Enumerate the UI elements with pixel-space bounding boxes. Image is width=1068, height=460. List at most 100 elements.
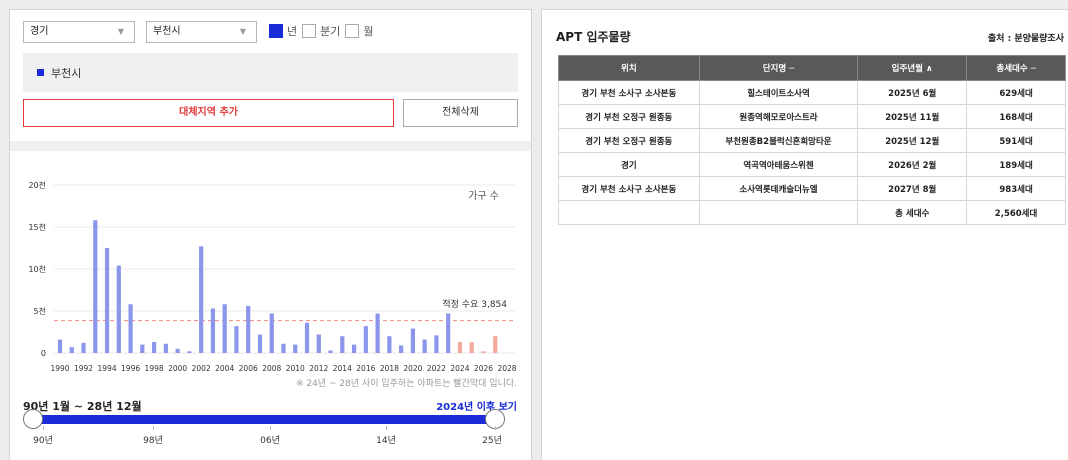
cell-location: 경기 부천 오정구 원종동 bbox=[558, 128, 700, 153]
table-row[interactable]: 경기 부천 오정구 원종동 부천원종B2블럭신혼희망타운 2025년 12월 5… bbox=[558, 128, 1066, 153]
year-range-slider-track[interactable] bbox=[33, 415, 495, 424]
chart-bar[interactable] bbox=[128, 304, 133, 353]
legend-label: 가구 수 bbox=[468, 190, 499, 202]
column-header-complex[interactable]: 단지명 ─ bbox=[698, 55, 859, 81]
chart-bar[interactable] bbox=[257, 334, 263, 353]
chart-bar[interactable] bbox=[375, 313, 380, 353]
chart-bar[interactable] bbox=[304, 322, 310, 353]
chart-bar[interactable] bbox=[340, 336, 345, 353]
cell-total-units: 629세대 bbox=[966, 80, 1066, 105]
right-panel: APT 입주물량 출처 : 분양물량조사 위치 단지명 ─ 입주년월 ∧ 총세대… bbox=[541, 9, 1068, 460]
cell-move-in-date: 2025년 6월 bbox=[857, 80, 968, 105]
period-option-label: 분기 bbox=[320, 25, 341, 38]
chart-bar[interactable] bbox=[210, 308, 216, 353]
chart-bar[interactable] bbox=[446, 313, 451, 353]
slider-tick-label: 14년 bbox=[376, 436, 396, 446]
table-header-row: 위치 단지명 ─ 입주년월 ∧ 총세대수 ─ bbox=[558, 55, 1066, 81]
cell-total-units: 591세대 bbox=[966, 128, 1066, 153]
x-tick-label: 2028 bbox=[497, 364, 516, 373]
city-select[interactable]: 부천시 ▼ bbox=[146, 21, 257, 43]
slider-start-handle[interactable] bbox=[23, 409, 43, 429]
delete-all-button[interactable]: 전체삭제 bbox=[403, 99, 518, 127]
x-tick-label: 1998 bbox=[145, 364, 164, 373]
chart-bar[interactable] bbox=[434, 335, 439, 353]
x-tick-label: 2012 bbox=[309, 364, 328, 373]
chart-bar[interactable] bbox=[199, 246, 204, 353]
x-tick-label: 2010 bbox=[286, 364, 305, 373]
table-row[interactable]: 경기 부천 오정구 원종동 원종역해모로아스트라 2025년 11월 168세대 bbox=[558, 104, 1066, 129]
x-tick-label: 2024 bbox=[450, 364, 469, 373]
left-panel: 경기 ▼ 부천시 ▼ 년 분기 월 부천시 대체지역 추가 전체삭제 0 5천 10… bbox=[9, 9, 532, 460]
slider-tick-mark bbox=[153, 426, 154, 430]
chart-bar[interactable] bbox=[457, 342, 463, 353]
period-option-year[interactable]: 년 bbox=[269, 23, 297, 39]
x-tick-label: 2002 bbox=[192, 364, 211, 373]
period-option-month[interactable]: 월 bbox=[345, 23, 374, 39]
chart-bar[interactable] bbox=[69, 347, 74, 353]
chart-bar[interactable] bbox=[163, 343, 168, 353]
cell-move-in-date: 2025년 11월 bbox=[857, 104, 968, 129]
table-row[interactable]: 경기 부천 소사구 소사본동 소사역롯데캐슬더뉴엘 2027년 8월 983세대 bbox=[558, 176, 1066, 201]
chart-bar[interactable] bbox=[246, 305, 251, 353]
chart-bar[interactable] bbox=[410, 328, 415, 353]
chart-bar[interactable] bbox=[293, 344, 298, 353]
chart-bar[interactable] bbox=[57, 339, 63, 353]
slider-tick-label: 98년 bbox=[143, 436, 163, 446]
chart-bar[interactable] bbox=[81, 342, 86, 353]
province-select[interactable]: 경기 ▼ bbox=[23, 21, 135, 43]
chart-bar[interactable] bbox=[422, 339, 427, 353]
checkbox-checked-icon bbox=[269, 24, 283, 38]
cell-total-units: 168세대 bbox=[966, 104, 1066, 129]
chart-bar[interactable] bbox=[269, 313, 274, 353]
column-header-move-in-date[interactable]: 입주년월 ∧ bbox=[857, 55, 968, 81]
table-row[interactable]: 경기 부천 소사구 소사본동 힐스테이트소사역 2025년 6월 629세대 bbox=[558, 80, 1066, 105]
cell-move-in-date: 2025년 12월 bbox=[857, 128, 968, 153]
view-after-2024-link[interactable]: 2024년 이후 보기 bbox=[436, 398, 517, 413]
chart-bar[interactable] bbox=[351, 344, 357, 353]
column-header-total-units[interactable]: 총세대수 ─ bbox=[966, 55, 1066, 81]
x-tick-label: 2014 bbox=[333, 364, 352, 373]
chart-bar[interactable] bbox=[175, 348, 180, 353]
chart-bar[interactable] bbox=[316, 334, 321, 353]
apt-supply-table: 위치 단지명 ─ 입주년월 ∧ 총세대수 ─ 경기 부천 소사구 소사본동 힐스… bbox=[558, 55, 1066, 225]
cell-move-in-date: 2026년 2월 bbox=[857, 152, 968, 177]
total-label: 총 세대수 bbox=[857, 200, 968, 225]
chart-bar[interactable] bbox=[328, 350, 333, 353]
table-row[interactable]: 경기 역곡역아테움스위첸 2026년 2월 189세대 bbox=[558, 152, 1066, 177]
chart-bar[interactable] bbox=[469, 342, 474, 353]
chart-bar[interactable] bbox=[222, 304, 227, 353]
chart-bar[interactable] bbox=[481, 351, 486, 353]
cell-empty bbox=[698, 200, 859, 225]
chart-bar[interactable] bbox=[140, 344, 145, 353]
series-square-icon bbox=[37, 69, 44, 76]
chart-bar[interactable] bbox=[281, 343, 286, 353]
chart-bar[interactable] bbox=[152, 342, 157, 353]
checkbox-unchecked-icon bbox=[302, 24, 317, 38]
x-tick-label: 1990 bbox=[50, 364, 69, 373]
cell-total-units: 189세대 bbox=[966, 152, 1066, 177]
period-option-quarter[interactable]: 분기 bbox=[302, 23, 340, 39]
chart-bar[interactable] bbox=[93, 220, 98, 353]
selected-area-box: 부천시 bbox=[23, 53, 518, 92]
cell-complex: 역곡역아테움스위첸 bbox=[698, 152, 859, 177]
chart-bar[interactable] bbox=[104, 248, 110, 353]
y-tick-label: 10천 bbox=[28, 264, 46, 274]
source-label: 출처 : 분양물량조사 bbox=[987, 34, 1064, 44]
column-header-location[interactable]: 위치 bbox=[558, 55, 700, 81]
chevron-down-icon: ▼ bbox=[239, 27, 246, 36]
chart-bar[interactable] bbox=[399, 345, 404, 353]
chart-bar[interactable] bbox=[363, 326, 368, 353]
cell-complex: 원종역해모로아스트라 bbox=[698, 104, 859, 129]
chart-bar[interactable] bbox=[493, 336, 498, 353]
x-tick-label: 2008 bbox=[262, 364, 281, 373]
chart-bar[interactable] bbox=[387, 336, 392, 353]
cell-location: 경기 부천 소사구 소사본동 bbox=[558, 176, 700, 201]
cell-complex: 소사역롯데캐슬더뉴엘 bbox=[698, 176, 859, 201]
chart-bar[interactable] bbox=[234, 326, 239, 353]
cell-total-units: 983세대 bbox=[966, 176, 1066, 201]
chart-bar[interactable] bbox=[116, 265, 121, 353]
chart-bar[interactable] bbox=[187, 351, 192, 353]
add-region-button[interactable]: 대체지역 추가 bbox=[23, 99, 394, 127]
x-tick-label: 1994 bbox=[98, 364, 117, 373]
period-option-label: 년 bbox=[287, 25, 298, 38]
